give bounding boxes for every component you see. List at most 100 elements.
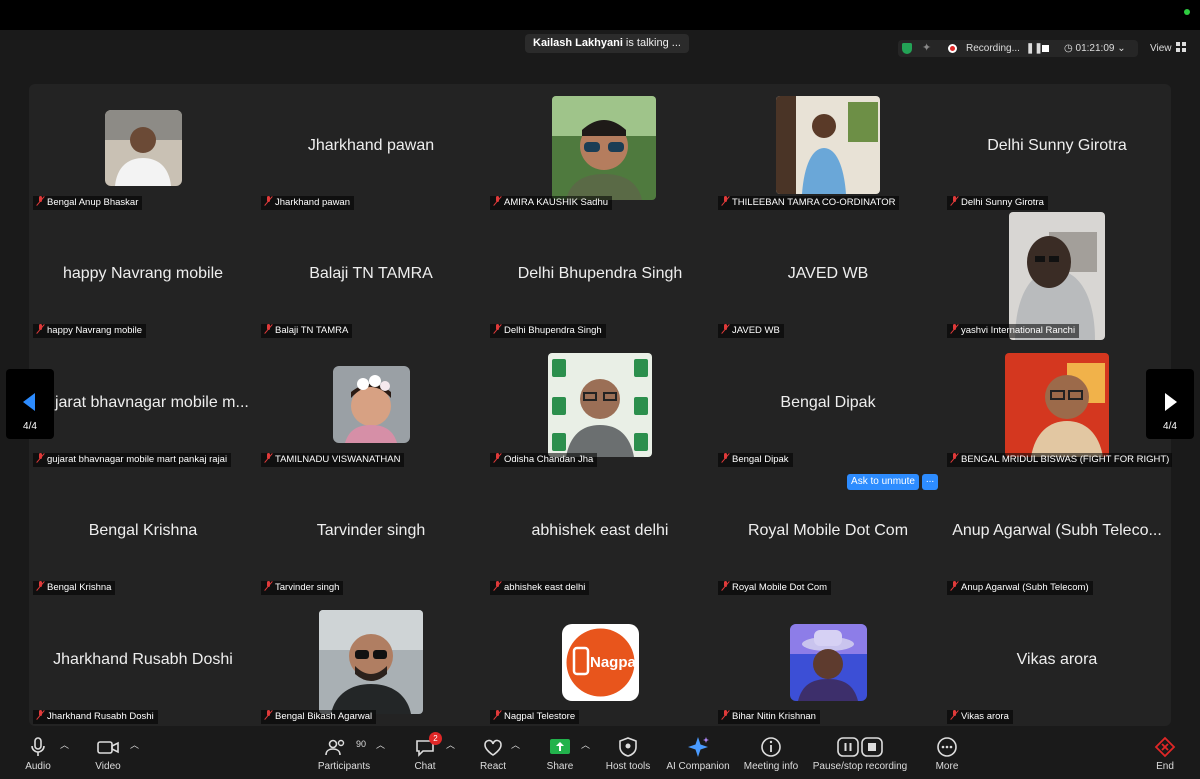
participants-options-chevron-icon[interactable]: ︿ [376, 738, 385, 751]
muted-microphone-icon [493, 581, 502, 591]
audio-options-chevron-icon[interactable]: ︿ [60, 738, 69, 751]
participant-tile[interactable]: gujarat bhavnagar mobile m... gujarat bha… [29, 341, 257, 469]
participant-name-text: Tarvinder singh [275, 582, 340, 593]
participant-name-text: Bengal Dipak [732, 454, 789, 465]
participant-name-label: Jharkhand Rusabh Doshi [33, 710, 158, 724]
participant-tile[interactable]: Jharkhand pawan Jharkhand pawan [257, 84, 485, 212]
muted-microphone-icon [264, 196, 273, 206]
participant-tile[interactable]: JAVED WB JAVED WB [714, 212, 942, 340]
participant-display-name: Balaji TN TAMRA [309, 265, 433, 282]
share-options-chevron-icon[interactable]: ︿ [581, 738, 590, 751]
participant-name-label: BENGAL MRIDUL BISWAS (FIGHT FOR RIGHT) [947, 453, 1172, 467]
participant-tile[interactable]: Balaji TN TAMRA Balaji TN TAMRA [257, 212, 485, 340]
participant-name-text: Anup Agarwal (Subh Telecom) [961, 582, 1089, 593]
muted-microphone-icon [36, 324, 45, 334]
participant-tile[interactable]: Tarvinder singh Tarvinder singh [257, 469, 485, 597]
participant-video [319, 610, 423, 714]
video-button[interactable]: Video [88, 728, 128, 779]
muted-microphone-icon [264, 453, 273, 463]
participant-display-name: Delhi Sunny Girotra [987, 137, 1127, 154]
previous-page-button[interactable]: 4/4 [6, 369, 54, 439]
ask-to-unmute-button[interactable]: Ask to unmute [847, 474, 919, 490]
host-tools-label: Host tools [605, 761, 651, 772]
participant-tile[interactable]: Delhi Sunny Girotra Delhi Sunny Girotra [943, 84, 1171, 212]
participant-name-label: Bengal Bikash Agarwal [261, 710, 377, 724]
participant-display-name: gujarat bhavnagar mobile m... [37, 394, 249, 411]
participant-display-name: Jharkhand Rusabh Doshi [53, 651, 233, 668]
participant-name-label: Royal Mobile Dot Com [718, 581, 832, 595]
participant-tile[interactable]: Odisha Chandan Jha [486, 341, 714, 469]
encryption-shield-icon[interactable] [902, 43, 912, 54]
participant-tile[interactable]: Bihar Nitin Krishnan [714, 598, 942, 726]
share-button[interactable]: Share [540, 728, 580, 779]
participant-tile[interactable]: Bengal Anup Bhaskar [29, 84, 257, 212]
ai-companion-button[interactable]: AI Companion [665, 728, 731, 779]
participant-display-name: Delhi Bhupendra Singh [517, 265, 683, 282]
active-speaker-banner: Kailash Lakhyani is talking ... [525, 34, 689, 53]
muted-microphone-icon [721, 581, 730, 591]
video-options-chevron-icon[interactable]: ︿ [130, 738, 139, 751]
page-indicator-right: 4/4 [1163, 421, 1177, 432]
muted-microphone-icon [36, 453, 45, 463]
participant-name-label: Vikas arora [947, 710, 1013, 724]
participant-name-label: Delhi Bhupendra Singh [490, 324, 606, 338]
participant-more-button[interactable]: ... [922, 474, 938, 490]
view-button[interactable]: View [1150, 40, 1186, 57]
meeting-status-bar: ✦ Recording... ❚❚ ◷ 01:21:09 ⌄ [898, 40, 1138, 57]
pause-stop-label: Pause/stop recording [812, 761, 908, 772]
participant-tile[interactable]: abhishek east delhi abhishek east delhi [486, 469, 714, 597]
active-speaker-name: Kailash Lakhyani [533, 37, 623, 49]
react-button[interactable]: React [473, 728, 513, 779]
participant-tile[interactable]: Delhi Bhupendra Singh Delhi Bhupendra Sin… [486, 212, 714, 340]
arrow-left-icon [23, 393, 35, 411]
participant-tile[interactable]: Bengal Bikash Agarwal [257, 598, 485, 726]
participant-tile[interactable]: AMIRA KAUSHIK Sadhu [486, 84, 714, 212]
participant-video [548, 353, 652, 457]
chat-options-chevron-icon[interactable]: ︿ [446, 738, 455, 751]
participant-tile[interactable]: Jharkhand Rusabh Doshi Jharkhand Rusabh D… [29, 598, 257, 726]
participant-name-label: Anup Agarwal (Subh Telecom) [947, 581, 1093, 595]
participant-tile[interactable]: BENGAL MRIDUL BISWAS (FIGHT FOR RIGHT) [943, 341, 1172, 469]
end-meeting-button[interactable]: End [1145, 728, 1185, 779]
participant-tile[interactable]: Bengal Dipak Bengal Dipak [714, 341, 942, 469]
stop-recording-icon[interactable] [1042, 45, 1049, 52]
more-label: More [935, 761, 959, 772]
participant-name-label: Bengal Dipak [718, 453, 793, 467]
pause-recording-icon[interactable]: ❚❚ [1026, 40, 1043, 57]
participant-tile[interactable]: TAMILNADU VISWANATHAN [257, 341, 485, 469]
participant-tile[interactable]: yashvi International Ranchi [943, 212, 1171, 340]
meeting-toolbar: Audio ︿ Video ︿ 90 Participants ︿ 2 Chat… [0, 728, 1200, 779]
react-options-chevron-icon[interactable]: ︿ [511, 738, 520, 751]
page-indicator-left: 4/4 [23, 421, 37, 432]
arrow-right-icon [1165, 393, 1177, 411]
share-label: Share [546, 761, 574, 772]
participant-tile[interactable]: happy Navrang mobile happy Navrang mobile [29, 212, 257, 340]
pause-stop-recording-button[interactable]: Pause/stop recording [810, 728, 910, 779]
end-label: End [1156, 761, 1174, 772]
participant-tile[interactable]: THILEEBAN TAMRA CO-ORDINATOR [714, 84, 942, 212]
participant-name-text: Jharkhand pawan [275, 197, 350, 208]
ai-sparkle-icon[interactable]: ✦ [922, 40, 931, 57]
participant-tile[interactable]: Anup Agarwal (Subh Teleco... Anup Agarwal… [943, 469, 1171, 597]
host-tools-button[interactable]: Host tools [603, 728, 653, 779]
participant-name-label: JAVED WB [718, 324, 784, 338]
participant-display-name: Royal Mobile Dot Com [747, 522, 909, 539]
muted-microphone-icon [493, 710, 502, 720]
chat-button[interactable]: 2 Chat [405, 728, 445, 779]
audio-button[interactable]: Audio [18, 728, 58, 779]
participant-name-text: THILEEBAN TAMRA CO-ORDINATOR [732, 197, 896, 208]
participant-name-label: happy Navrang mobile [33, 324, 147, 338]
participant-name-label: Bengal Anup Bhaskar [33, 196, 143, 210]
meeting-info-button[interactable]: Meeting info [741, 728, 801, 779]
participant-name-label: yashvi International Ranchi [947, 324, 1080, 338]
video-camera-icon [97, 741, 119, 754]
participant-tile[interactable]: Vikas arora Vikas arora [943, 598, 1171, 726]
participant-name-text: Royal Mobile Dot Com [732, 582, 828, 593]
participant-tile[interactable]: Bengal Krishna Bengal Krishna [29, 469, 257, 597]
host-shield-icon [619, 737, 637, 757]
participants-button[interactable]: 90 Participants [314, 728, 374, 779]
participant-display-name: happy Navrang mobile [62, 265, 224, 282]
participant-tile[interactable]: Nagpal Nagpal Telestore [486, 598, 714, 726]
next-page-button[interactable]: 4/4 [1146, 369, 1194, 439]
more-button[interactable]: More [927, 728, 967, 779]
